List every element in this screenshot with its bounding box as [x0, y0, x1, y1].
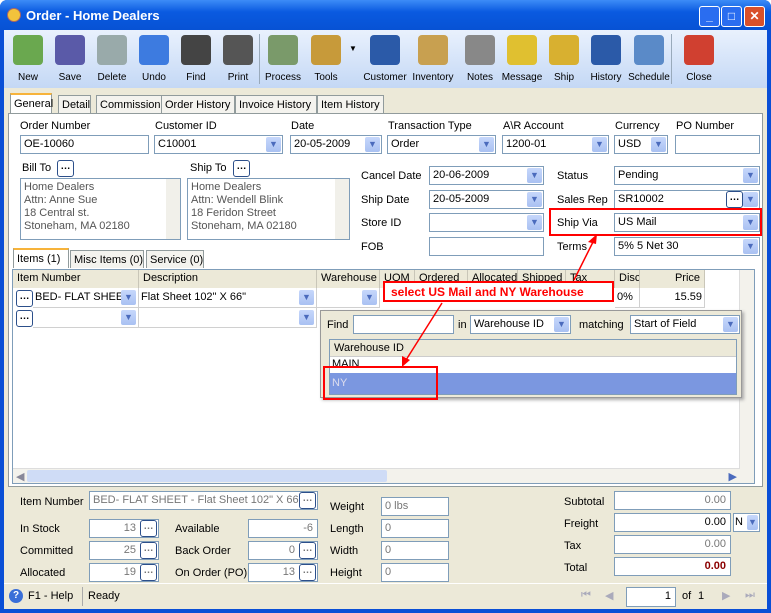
- minimize-button[interactable]: _: [699, 6, 720, 27]
- on-order-lookup-button[interactable]: …: [299, 564, 316, 581]
- tax-field: 0.00: [614, 535, 731, 554]
- order-window: Order - Home Dealers _ □ ✕ New Save Delete…: [0, 0, 771, 613]
- allocated-field: 19 …: [89, 563, 159, 582]
- item-number-detail-field: BED- FLAT SHEET - Flat Sheet 102" X 66"…: [89, 491, 318, 510]
- arrow-to-ny: [405, 302, 443, 361]
- status-text: Ready: [88, 590, 120, 602]
- length-field[interactable]: 0: [381, 519, 449, 538]
- item-number-detail-value: BED- FLAT SHEET - Flat Sheet 102" X 66": [93, 494, 303, 506]
- freight-option-combo[interactable]: N ▼: [733, 513, 760, 532]
- window-title: Order - Home Dealers: [26, 8, 160, 23]
- total-label: Total: [564, 562, 588, 574]
- weight-label: Weight: [330, 501, 365, 513]
- back-order-value: 0: [288, 544, 295, 556]
- back-order-label: Back Order: [175, 545, 231, 557]
- in-stock-value: 13: [123, 522, 136, 534]
- arrowhead: [402, 356, 410, 367]
- length-label: Length: [330, 523, 364, 535]
- allocated-value: 19: [123, 566, 136, 578]
- height-field[interactable]: 0: [381, 563, 449, 582]
- freight-label: Freight: [564, 518, 599, 530]
- app-icon: [7, 8, 21, 22]
- total-field: 0.00: [614, 557, 731, 576]
- item-number-label: Item Number: [20, 496, 84, 508]
- maximize-button[interactable]: □: [721, 6, 742, 27]
- item-detail-lookup-button[interactable]: …: [299, 492, 316, 509]
- first-page-icon[interactable]: ⏮: [581, 589, 591, 602]
- arrow-to-ship-via: [573, 239, 595, 281]
- width-field[interactable]: 0: [381, 541, 449, 560]
- help-label[interactable]: F1 - Help: [28, 590, 73, 602]
- on-order-label: On Order (PO): [175, 567, 248, 579]
- chevron-down-icon[interactable]: ▼: [747, 515, 758, 530]
- in-stock-lookup-button[interactable]: …: [140, 520, 157, 537]
- of-label: of: [682, 590, 692, 602]
- allocated-lookup-button[interactable]: …: [140, 564, 157, 581]
- subtotal-label: Subtotal: [564, 496, 605, 508]
- committed-value: 25: [123, 544, 136, 556]
- next-page-icon[interactable]: ▶: [722, 589, 730, 602]
- help-icon[interactable]: ?: [9, 589, 23, 603]
- freight-field[interactable]: 0.00: [614, 513, 731, 532]
- page-number-input[interactable]: 1: [626, 587, 676, 607]
- item-details-panel: Item Number BED- FLAT SHEET - Flat Sheet…: [8, 487, 763, 583]
- available-field: -6: [248, 519, 318, 538]
- freight-option-value: N: [735, 516, 743, 528]
- width-label: Width: [330, 545, 359, 557]
- available-label: Available: [175, 523, 220, 535]
- prev-page-icon[interactable]: ◀: [605, 589, 613, 602]
- title-bar: Order - Home Dealers _ □ ✕: [0, 0, 771, 30]
- close-window-button[interactable]: ✕: [744, 6, 765, 27]
- committed-lookup-button[interactable]: …: [140, 542, 157, 559]
- in-stock-field: 13 …: [89, 519, 159, 538]
- divider: [82, 587, 83, 606]
- available-value: -6: [303, 522, 313, 534]
- status-bar: ? F1 - Help Ready ⏮ ◀ 1 of 1 ▶ ⏭: [4, 583, 767, 609]
- height-label: Height: [330, 567, 362, 579]
- back-order-lookup-button[interactable]: …: [299, 542, 316, 559]
- arrowhead: [588, 234, 597, 244]
- allocated-label: Allocated: [20, 567, 66, 579]
- on-order-field: 13 …: [248, 563, 318, 582]
- weight-field[interactable]: 0 lbs: [381, 497, 449, 516]
- back-order-field: 0…: [248, 541, 318, 560]
- tax-label: Tax: [564, 540, 582, 552]
- in-stock-label: In Stock: [20, 523, 60, 535]
- subtotal-field: 0.00: [614, 491, 731, 510]
- total-pages: 1: [698, 590, 705, 602]
- committed-label: Committed: [20, 545, 74, 557]
- last-page-icon[interactable]: ⏭: [745, 589, 755, 602]
- on-order-value: 13: [282, 566, 295, 578]
- committed-field: 25 …: [89, 541, 159, 560]
- client-area: New Save Delete Undo Find Print Process Tools Cu…: [4, 30, 767, 609]
